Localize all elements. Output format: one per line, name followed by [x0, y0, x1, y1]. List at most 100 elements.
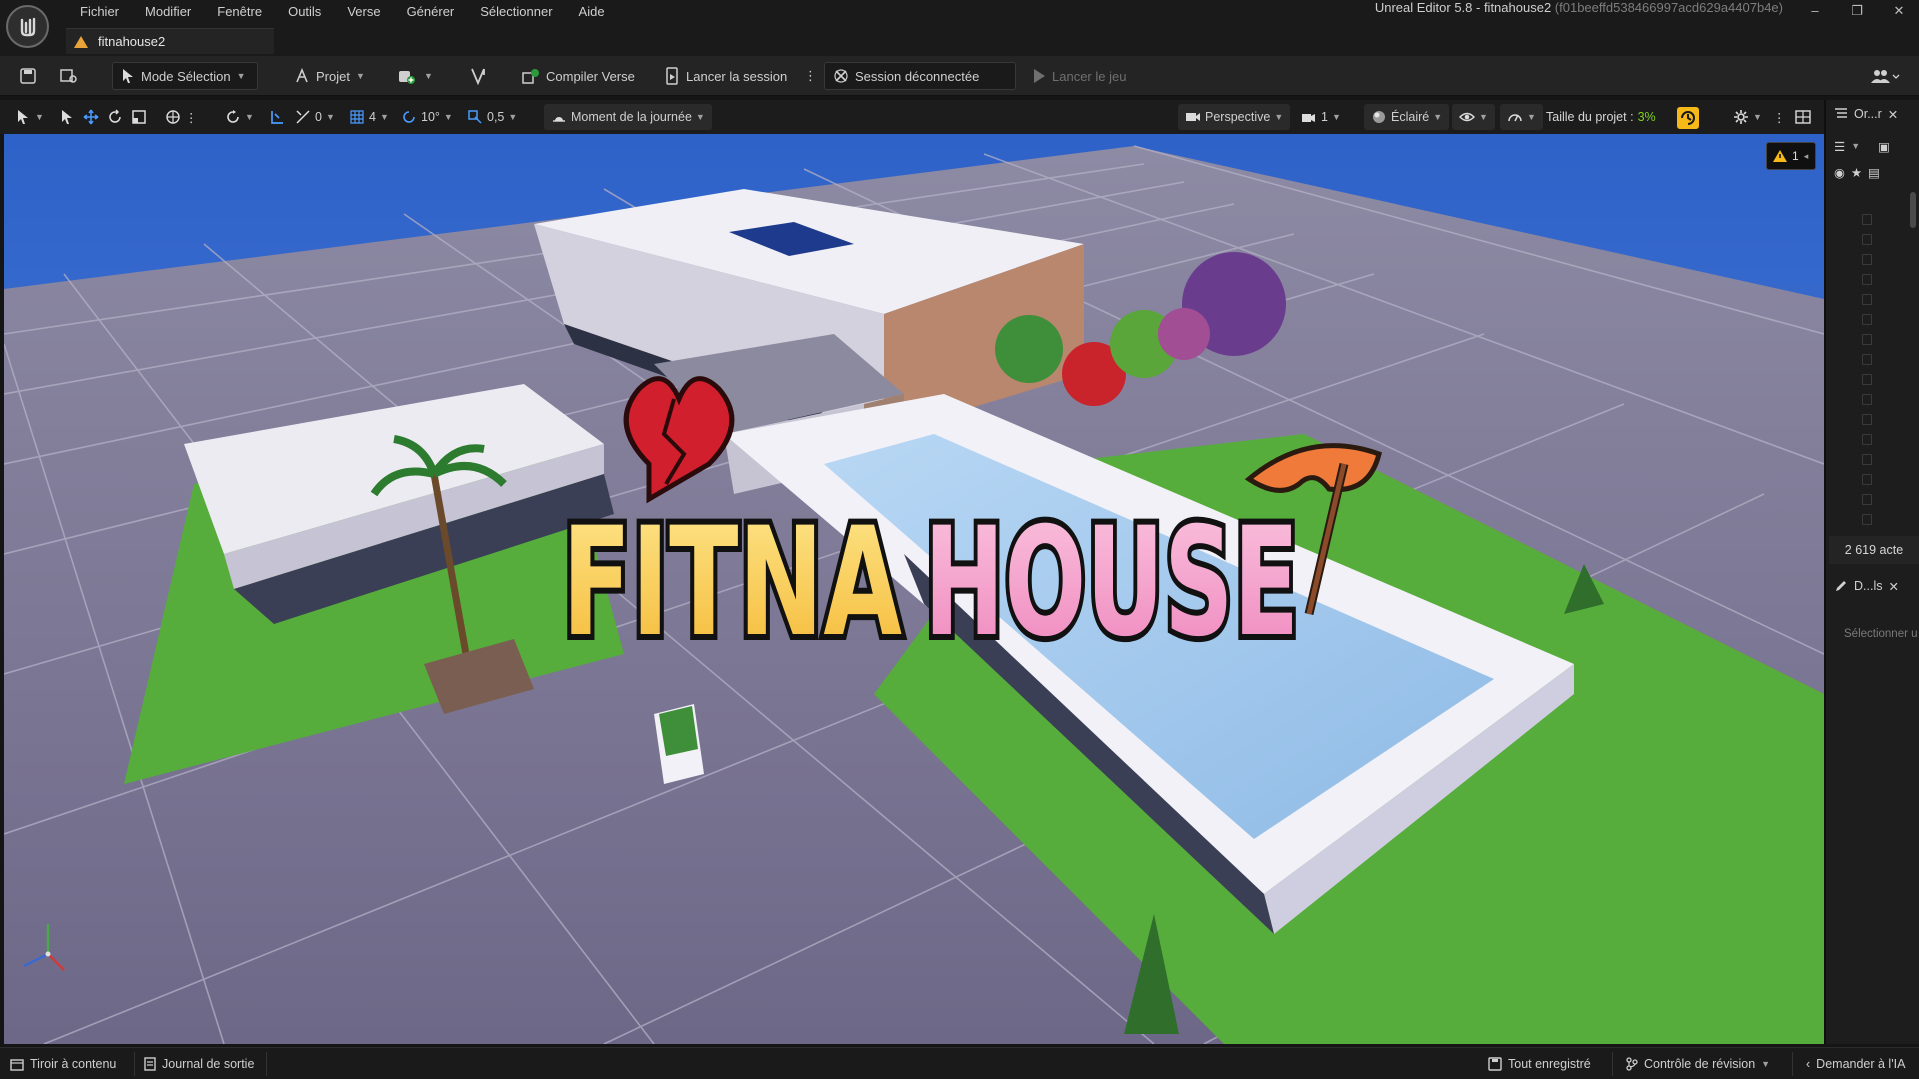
scale-snap-dropdown[interactable]: 0,5 ▼ [464, 104, 520, 130]
outliner-row-icon[interactable] [1862, 234, 1872, 245]
time-of-day-dropdown[interactable]: Moment de la journée ▼ [544, 104, 712, 130]
session-status-indicator[interactable]: Session déconnectée [824, 62, 1016, 90]
rotation-snap-value: 0 [315, 110, 322, 124]
chevron-down-icon: ▼ [443, 112, 453, 122]
verse-icon[interactable] [462, 62, 498, 90]
realtime-toggle-button[interactable] [1677, 107, 1699, 129]
grid-snap-icon [350, 110, 364, 124]
viewport-layout-icon[interactable] [1792, 104, 1814, 130]
outliner-row-icon[interactable] [1862, 214, 1872, 225]
tab-outliner[interactable]: Or...r ✕ [1826, 100, 1919, 128]
lock-icon[interactable]: ▤ [1868, 165, 1880, 180]
outliner-settings-icon[interactable]: ▣ [1878, 139, 1890, 154]
menu-verse[interactable]: Verse [333, 3, 392, 21]
outliner-row-icon[interactable] [1862, 414, 1872, 425]
menu-tools[interactable]: Outils [274, 3, 333, 21]
session-options-icon[interactable]: ⋮ [796, 62, 825, 90]
outliner-row-icon[interactable] [1862, 274, 1872, 285]
menu-edit[interactable]: Modifier [131, 3, 203, 21]
scale-tool-icon[interactable] [128, 104, 150, 130]
translate-tool-icon[interactable] [80, 104, 102, 130]
angle-snap-dropdown[interactable]: 10° ▼ [398, 104, 456, 130]
outliner-row-icon[interactable] [1862, 294, 1872, 305]
project-label: Projet [316, 68, 350, 84]
save-icon[interactable] [12, 62, 44, 90]
tab-details[interactable]: D...ls ✕ [1826, 572, 1919, 600]
launch-game-button[interactable]: Lancer le jeu [1024, 62, 1134, 90]
outliner-filter-row: ☰ ▼ ▣ [1826, 132, 1919, 160]
save-all-status[interactable]: Tout enregistré [1488, 1054, 1591, 1074]
favorite-star-icon[interactable]: ★ [1851, 165, 1862, 180]
show-flags-dropdown[interactable]: ▼ [1452, 104, 1495, 130]
select-tool-icon[interactable] [56, 104, 78, 130]
lighting-mode-label: Éclairé [1391, 110, 1430, 124]
restore-icon[interactable]: ❐ [1844, 2, 1870, 20]
chevron-left-icon: ‹ [1806, 1057, 1811, 1071]
menu-window[interactable]: Fenêtre [203, 3, 274, 21]
outliner-row-icon[interactable] [1862, 434, 1872, 445]
more-tools-icon[interactable]: ⋮ [182, 104, 201, 130]
output-log-button[interactable]: Journal de sortie [144, 1054, 254, 1074]
visibility-eye-icon[interactable]: ◉ [1834, 165, 1845, 180]
ask-ai-button[interactable]: ‹ Demander à l'IA [1806, 1054, 1905, 1074]
rotation-snap-count[interactable]: 0 ▼ [292, 104, 338, 130]
performance-dropdown[interactable]: ▼ [1500, 104, 1543, 130]
logo-word-fitna: FITNA [562, 496, 902, 670]
camera-speed-dropdown[interactable]: 1 ▼ [1298, 104, 1344, 130]
outliner-scrollbar[interactable] [1910, 192, 1916, 228]
close-tab-icon[interactable]: ✕ [1888, 579, 1898, 594]
add-content-icon [399, 71, 415, 84]
menu-select[interactable]: Sélectionner [466, 3, 564, 21]
mode-selection-dropdown[interactable]: Mode Sélection ▼ [112, 62, 258, 90]
surface-snap-dropdown[interactable]: ▼ [222, 104, 257, 130]
chevron-down-icon: ▼ [1753, 112, 1762, 122]
outliner-row-icon[interactable] [1862, 254, 1872, 265]
add-content-dropdown[interactable]: ▼ [390, 62, 441, 90]
multi-user-icon[interactable] [1862, 62, 1908, 90]
outliner-row-icon[interactable] [1862, 354, 1872, 365]
outliner-row-icon[interactable] [1862, 334, 1872, 345]
rotate-tool-icon[interactable] [104, 104, 126, 130]
content-drawer-button[interactable]: Tiroir à contenu [10, 1054, 116, 1074]
launch-session-button[interactable]: Lancer la session [656, 62, 795, 90]
filter-icon[interactable]: ☰ [1834, 139, 1845, 154]
lighting-mode-dropdown[interactable]: Éclairé ▼ [1364, 104, 1450, 130]
menu-help[interactable]: Aide [565, 3, 617, 21]
select-mode-dropdown[interactable]: ▼ [12, 104, 47, 130]
scale-snap-value: 0,5 [487, 110, 505, 124]
grid-snap-dropdown[interactable]: 4 ▼ [346, 104, 392, 130]
camera-icon [1186, 113, 1200, 121]
outliner-row-icon[interactable] [1862, 454, 1872, 465]
outliner-row-icon[interactable] [1862, 514, 1872, 525]
close-window-icon[interactable]: ✕ [1886, 2, 1912, 20]
world-local-icon[interactable] [162, 104, 184, 130]
viewport-more-icon[interactable]: ⋮ [1770, 104, 1789, 130]
unreal-logo-icon[interactable] [6, 5, 49, 48]
compile-verse-button[interactable]: Compiler Verse [514, 62, 643, 90]
snap-to-floor-icon[interactable] [266, 104, 288, 130]
chevron-down-icon: ▼ [424, 71, 433, 81]
angle-snap-value: 10° [421, 110, 440, 124]
revision-control-dropdown[interactable]: Contrôle de révision ▼ [1626, 1054, 1770, 1074]
rotation-snap-icon [296, 110, 310, 124]
level-viewport[interactable]: FITNA HOUSE [4, 134, 1824, 1044]
outliner-row-icon[interactable] [1862, 474, 1872, 485]
minimize-icon[interactable]: – [1802, 2, 1828, 20]
save-all-icon [1488, 1057, 1502, 1071]
map-check-warning-badge[interactable]: 1 ◂ [1766, 142, 1816, 170]
content-browser-icon[interactable] [52, 62, 86, 90]
outliner-row-icon[interactable] [1862, 374, 1872, 385]
project-dropdown[interactable]: Projet ▼ [286, 62, 373, 90]
warning-icon [1773, 150, 1787, 162]
viewport-settings-icon[interactable]: ▼ [1730, 104, 1765, 130]
close-tab-icon[interactable]: ✕ [1888, 107, 1898, 122]
menu-file[interactable]: Fichier [66, 3, 131, 21]
menu-build[interactable]: Générer [393, 3, 467, 21]
perspective-dropdown[interactable]: Perspective ▼ [1178, 104, 1291, 130]
session-status-label: Session déconnectée [855, 68, 980, 84]
outliner-row-icon[interactable] [1862, 494, 1872, 505]
tab-fitnahouse2[interactable]: fitnahouse2 [66, 28, 274, 54]
save-all-label: Tout enregistré [1508, 1057, 1591, 1071]
outliner-row-icon[interactable] [1862, 314, 1872, 325]
outliner-row-icon[interactable] [1862, 394, 1872, 405]
